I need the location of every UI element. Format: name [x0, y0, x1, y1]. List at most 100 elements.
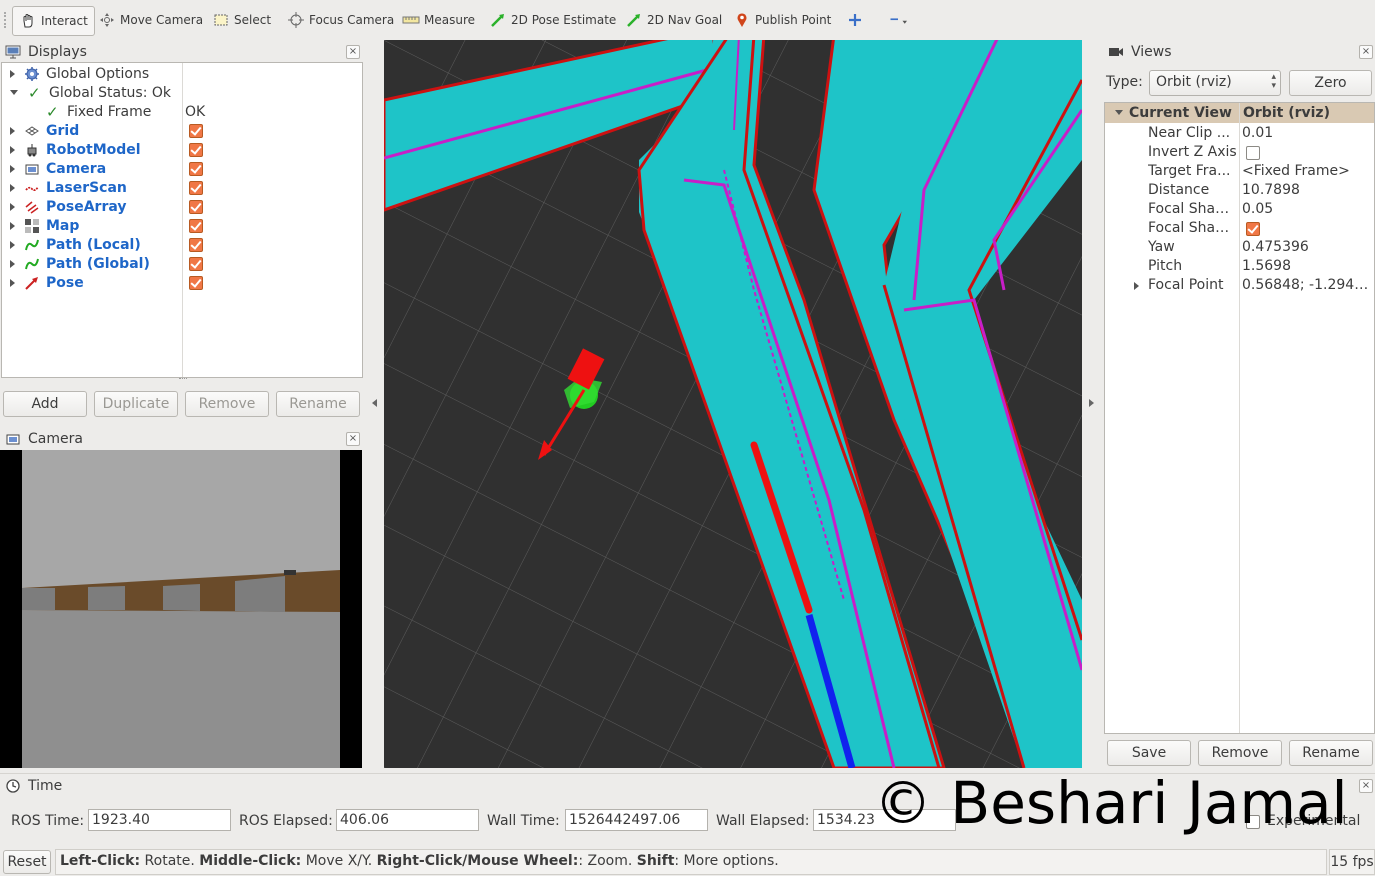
2d-nav-goal-tool-button[interactable]: 2D Nav Goal: [625, 6, 722, 34]
views-panel-title: Views: [1131, 44, 1172, 60]
posearray-enabled-checkbox[interactable]: [189, 200, 203, 214]
zero-view-button[interactable]: Zero: [1289, 70, 1372, 96]
ruler-icon: [402, 11, 420, 29]
displays-close-icon[interactable]: ×: [346, 45, 360, 59]
camera-image-view[interactable]: [0, 450, 362, 768]
display-item-robotmodel[interactable]: RobotModel: [10, 140, 141, 159]
property-focal-shape-size[interactable]: Focal Shap... 0.05: [1105, 200, 1373, 219]
display-item-fixed-frame[interactable]: ✓ Fixed Frame: [46, 102, 151, 121]
property-invert-z-axis[interactable]: Invert Z Axis: [1105, 143, 1373, 162]
remove-display-button[interactable]: Remove: [185, 391, 269, 417]
time-close-icon[interactable]: ×: [1359, 779, 1373, 793]
save-view-button[interactable]: Save: [1107, 740, 1191, 766]
display-item-pose[interactable]: Pose: [10, 273, 84, 292]
collapse-arrow-icon[interactable]: [10, 90, 18, 95]
expand-arrow-icon[interactable]: [10, 221, 15, 230]
wall-time-field[interactable]: 1526442497.06: [565, 809, 708, 831]
path-global-enabled-checkbox[interactable]: [189, 257, 203, 271]
display-item-posearray[interactable]: PoseArray: [10, 197, 127, 216]
remove-view-button[interactable]: Remove: [1198, 740, 1282, 766]
publish-point-tool-button[interactable]: Publish Point: [733, 6, 831, 34]
property-yaw[interactable]: Yaw 0.475396: [1105, 238, 1373, 257]
move-camera-tool-button[interactable]: Move Camera: [98, 6, 203, 34]
time-panel-header: Time: [0, 775, 400, 797]
expand-arrow-icon[interactable]: [10, 202, 15, 211]
expand-arrow-icon[interactable]: [10, 183, 15, 192]
grid-enabled-checkbox[interactable]: [189, 124, 203, 138]
2d-pose-estimate-tool-button[interactable]: 2D Pose Estimate: [489, 6, 616, 34]
views-panel-header: Views: [1103, 41, 1375, 63]
camera-icon: [4, 431, 22, 447]
robotmodel-enabled-checkbox[interactable]: [189, 143, 203, 157]
display-item-path-global[interactable]: Path (Global): [10, 254, 150, 273]
grid-icon: [25, 124, 39, 138]
camera-enabled-checkbox[interactable]: [189, 162, 203, 176]
laserscan-enabled-checkbox[interactable]: [189, 181, 203, 195]
checkmark-icon: ✓: [46, 102, 59, 121]
tree-resize-handle[interactable]: [179, 378, 187, 382]
hand-icon: [19, 12, 37, 30]
expand-arrow-icon[interactable]: [10, 259, 15, 268]
views-close-icon[interactable]: ×: [1359, 45, 1373, 59]
expand-arrow-icon[interactable]: [10, 164, 15, 173]
focus-camera-tool-button[interactable]: Focus Camera: [287, 6, 394, 34]
map-icon: [25, 218, 39, 233]
checkmark-icon: ✓: [28, 83, 41, 102]
camera-icon: [25, 162, 39, 176]
pose-enabled-checkbox[interactable]: [189, 276, 203, 290]
move-camera-icon: [98, 11, 116, 29]
expand-arrow-icon[interactable]: [10, 145, 15, 154]
property-near-clip[interactable]: Near Clip ... 0.01: [1105, 124, 1373, 143]
camera-close-icon[interactable]: ×: [346, 432, 360, 446]
display-item-laserscan[interactable]: LaserScan: [10, 178, 127, 197]
collapse-right-dock-icon[interactable]: [1089, 399, 1094, 407]
reset-button[interactable]: Reset: [3, 850, 51, 874]
display-item-grid[interactable]: Grid: [10, 121, 79, 140]
select-tool-button[interactable]: Select: [212, 6, 271, 34]
display-item-map[interactable]: Map: [10, 216, 79, 235]
add-display-button[interactable]: Add: [3, 391, 87, 417]
path-icon: [25, 257, 39, 271]
3d-render-viewport[interactable]: [384, 40, 1082, 768]
invert-z-axis-checkbox[interactable]: [1246, 146, 1260, 160]
displays-panel-title: Displays: [28, 44, 87, 60]
wall-elapsed-label: Wall Elapsed:: [716, 813, 810, 829]
expand-arrow-icon[interactable]: [10, 126, 15, 135]
measure-tool-button[interactable]: Measure: [402, 6, 475, 34]
view-type-select[interactable]: Orbit (rviz) ▴ ▾: [1149, 70, 1281, 96]
duplicate-display-button[interactable]: Duplicate: [94, 391, 178, 417]
expand-arrow-icon[interactable]: [10, 278, 15, 287]
map-enabled-checkbox[interactable]: [189, 219, 203, 233]
display-item-global-options[interactable]: Global Options: [10, 64, 149, 83]
rename-view-button[interactable]: Rename: [1289, 740, 1373, 766]
expand-arrow-icon[interactable]: [10, 69, 15, 78]
interact-tool-button[interactable]: Interact: [12, 6, 95, 36]
tree-column-divider[interactable]: [182, 63, 183, 377]
add-tool-button[interactable]: [846, 6, 868, 34]
property-focal-shape-fixed[interactable]: Focal Shap...: [1105, 219, 1373, 238]
view-properties-tree: Current View Orbit (rviz) Near Clip ... …: [1104, 102, 1375, 734]
toolbar-grip[interactable]: [4, 12, 8, 28]
expand-arrow-icon[interactable]: [1134, 282, 1139, 290]
collapse-arrow-icon[interactable]: [1115, 110, 1123, 115]
property-distance[interactable]: Distance 10.7898: [1105, 181, 1373, 200]
camera-panel-title: Camera: [28, 431, 83, 447]
ros-time-field[interactable]: 1923.40: [88, 809, 231, 831]
focal-shape-fixed-checkbox[interactable]: [1246, 222, 1260, 236]
pose-icon: [25, 276, 39, 290]
ros-elapsed-field[interactable]: 406.06: [336, 809, 479, 831]
property-target-frame[interactable]: Target Fra... <Fixed Frame>: [1105, 162, 1373, 181]
display-item-camera[interactable]: Camera: [10, 159, 106, 178]
expand-arrow-icon[interactable]: [10, 240, 15, 249]
main-toolbar: Interact Move Camera Select Focus Camera…: [0, 0, 1375, 40]
display-item-path-local[interactable]: Path (Local): [10, 235, 141, 254]
display-item-global-status[interactable]: ✓ Global Status: Ok: [10, 83, 171, 102]
plus-icon: [846, 11, 864, 29]
remove-tool-button[interactable]: [889, 6, 911, 34]
property-focal-point[interactable]: Focal Point 0.56848; -1.2944...: [1105, 276, 1373, 295]
path-local-enabled-checkbox[interactable]: [189, 238, 203, 252]
rename-display-button[interactable]: Rename: [276, 391, 360, 417]
green-arrow-icon: [625, 11, 643, 29]
property-pitch[interactable]: Pitch 1.5698: [1105, 257, 1373, 276]
collapse-left-dock-icon[interactable]: [372, 399, 377, 407]
